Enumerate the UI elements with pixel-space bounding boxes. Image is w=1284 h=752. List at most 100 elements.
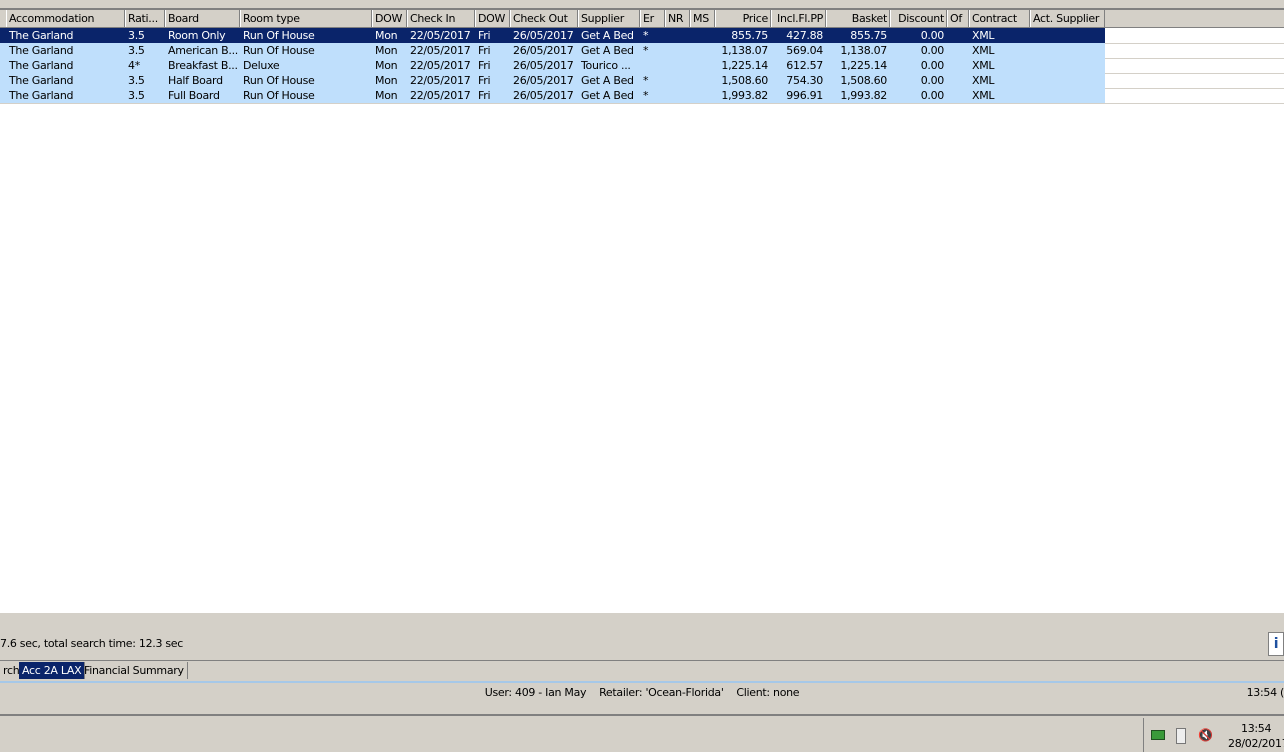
taskbar: 🔇 13:54 28/02/2017 [0, 714, 1284, 752]
info-button[interactable]: i [1268, 632, 1284, 656]
cell: Mon [375, 74, 398, 87]
grid-header: Accommodation Rati... Board Room type DOW Che… [0, 10, 1284, 28]
cell: XML [972, 74, 995, 87]
cell: 427.88 [786, 29, 823, 42]
cell: 22/05/2017 [410, 44, 471, 57]
cell: 1,993.82 [721, 89, 768, 102]
cell: 0.00 [920, 44, 945, 57]
column-header-incl-fl-pp[interactable]: Incl.Fl.PP [771, 10, 826, 27]
cell: Get A Bed [581, 44, 634, 57]
cell: * [643, 74, 649, 87]
cell [690, 88, 715, 103]
network-icon[interactable] [1151, 730, 1165, 740]
cell: Mon [375, 59, 398, 72]
cell: The Garland [9, 29, 74, 42]
volume-muted-icon[interactable]: 🔇 [1198, 728, 1213, 742]
cell: 22/05/2017 [410, 74, 471, 87]
column-header-nr[interactable]: NR [665, 10, 690, 27]
column-header-of[interactable]: Of [947, 10, 969, 27]
clock-time[interactable]: 13:54 [1241, 722, 1272, 735]
tab-bar: rch Acc 2A LAX Financial Summary [0, 660, 1284, 683]
cell: Run Of House [243, 74, 315, 87]
column-header-ms[interactable]: MS [690, 10, 715, 27]
table-row[interactable]: The Garland 3.5 Full Board Run Of House Mon 2… [0, 88, 1284, 104]
cell: 1,138.07 [721, 44, 768, 57]
cell: Breakfast B... [168, 59, 238, 72]
cell [947, 43, 969, 58]
column-header-supplier[interactable]: Supplier [578, 10, 640, 27]
cell [665, 58, 690, 73]
cell: 855.75 [850, 29, 887, 42]
column-header-accommodation[interactable]: Accommodation [6, 10, 125, 27]
cell: 26/05/2017 [513, 44, 574, 57]
cell [640, 58, 665, 73]
cell: Fri [478, 29, 491, 42]
cell: Fri [478, 89, 491, 102]
cell [665, 88, 690, 103]
column-header-rati[interactable]: Rati... [125, 10, 165, 27]
cell: 22/05/2017 [410, 59, 471, 72]
column-header-basket[interactable]: Basket [826, 10, 890, 27]
cell: 26/05/2017 [513, 74, 574, 87]
column-header-check-in[interactable]: Check In [407, 10, 475, 27]
cell: * [643, 44, 649, 57]
retailer-label: Retailer: 'Ocean-Florida' [599, 686, 724, 699]
column-header-price[interactable]: Price [715, 10, 771, 27]
table-row[interactable]: The Garland 4* Breakfast B... Deluxe Mon 22/0… [0, 58, 1284, 74]
cell: 1,138.07 [840, 44, 887, 57]
table-row[interactable]: The Garland 3.5 Room Only Run Of House Mon 22… [0, 28, 1284, 44]
cell [1030, 58, 1105, 73]
cell: 26/05/2017 [513, 59, 574, 72]
column-header-act-supplier[interactable]: Act. Supplier [1030, 10, 1105, 27]
cell [947, 58, 969, 73]
cell: Half Board [168, 74, 223, 87]
tab-financial-summary[interactable]: Financial Summary [81, 662, 188, 679]
cell: 22/05/2017 [410, 29, 471, 42]
column-header-er[interactable]: Er [640, 10, 665, 27]
cell [690, 43, 715, 58]
cell: 1,508.60 [721, 74, 768, 87]
column-header-discount[interactable]: Discount [890, 10, 947, 27]
results-grid[interactable]: Accommodation Rati... Board Room type DOW Che… [0, 8, 1284, 613]
cell: 996.91 [786, 89, 823, 102]
cell [1030, 28, 1105, 43]
cell: 26/05/2017 [513, 89, 574, 102]
cell: 4* [128, 59, 140, 72]
cell [947, 88, 969, 103]
column-header-check-out[interactable]: Check Out [510, 10, 578, 27]
table-row[interactable]: The Garland 3.5 American B... Run Of House M… [0, 43, 1284, 59]
cell: Run Of House [243, 89, 315, 102]
column-header-room-type[interactable]: Room type [240, 10, 372, 27]
status-bar: User: 409 - Ian May Retailer: 'Ocean-Flo… [0, 686, 1284, 699]
device-icon[interactable] [1176, 728, 1186, 744]
cell: Full Board [168, 89, 220, 102]
column-header-board[interactable]: Board [165, 10, 240, 27]
cell: XML [972, 89, 995, 102]
cell: Run Of House [243, 29, 315, 42]
column-header-dow[interactable]: DOW [475, 10, 510, 27]
search-time-status: 7.6 sec, total search time: 12.3 sec [0, 637, 184, 650]
cell: Room Only [168, 29, 226, 42]
column-header-contract[interactable]: Contract [969, 10, 1030, 27]
status-time: 13:54 ( [1246, 686, 1284, 699]
column-header-dow[interactable]: DOW [372, 10, 407, 27]
cell [665, 28, 690, 43]
cell: 569.04 [786, 44, 823, 57]
cell [947, 28, 969, 43]
cell: 1,508.60 [840, 74, 887, 87]
tab-acc-2a-lax[interactable]: Acc 2A LAX [19, 662, 86, 679]
cell: 3.5 [128, 44, 145, 57]
cell: Fri [478, 59, 491, 72]
clock-date[interactable]: 28/02/2017 [1228, 737, 1284, 750]
cell: 1,225.14 [840, 59, 887, 72]
cell: Fri [478, 44, 491, 57]
cell: The Garland [9, 44, 74, 57]
cell [690, 28, 715, 43]
cell: 0.00 [920, 89, 945, 102]
table-row[interactable]: The Garland 3.5 Half Board Run Of House Mon 2… [0, 73, 1284, 89]
cell: 26/05/2017 [513, 29, 574, 42]
cell: XML [972, 29, 995, 42]
cell: Mon [375, 29, 398, 42]
cell: Mon [375, 89, 398, 102]
cell: Fri [478, 74, 491, 87]
